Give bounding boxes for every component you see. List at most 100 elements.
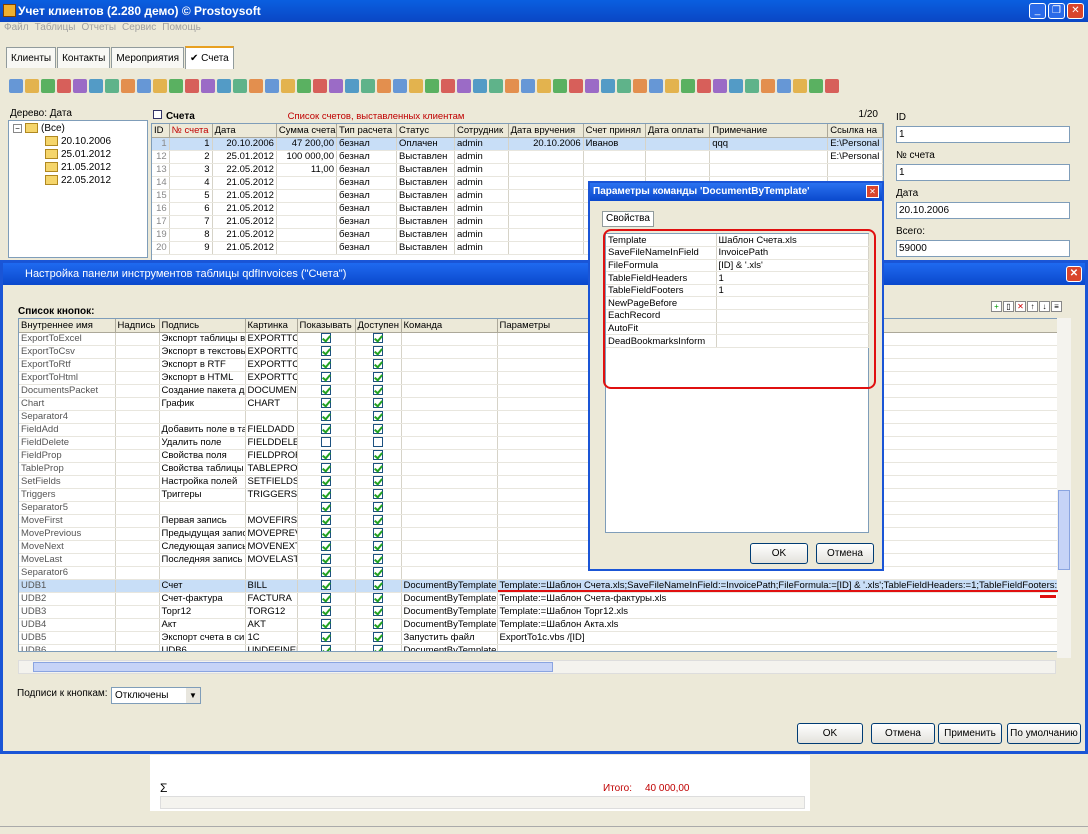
toolbar-button-icon[interactable] xyxy=(665,79,679,93)
apply-button[interactable]: Применить xyxy=(938,723,1002,744)
close-icon[interactable]: ✕ xyxy=(1067,3,1084,19)
toolbar-button-icon[interactable] xyxy=(281,79,295,93)
toolbar-button-icon[interactable] xyxy=(681,79,695,93)
column-header[interactable]: Показывать xyxy=(297,319,356,333)
toolbar-button-icon[interactable] xyxy=(409,79,423,93)
checkbox[interactable] xyxy=(321,346,331,357)
column-header[interactable]: Счет принял xyxy=(583,124,646,138)
toolbar-button-icon[interactable] xyxy=(521,79,535,93)
toolbar-button-icon[interactable] xyxy=(329,79,343,93)
table-row[interactable]: SetFields Настройка полей SETFIELDS xyxy=(19,475,1057,489)
toolbar-button-icon[interactable] xyxy=(505,79,519,93)
checkbox[interactable] xyxy=(321,554,331,565)
column-header[interactable]: Дата оплаты xyxy=(645,124,711,138)
checkbox[interactable] xyxy=(373,580,383,591)
checkbox[interactable] xyxy=(373,398,383,409)
maximize-icon[interactable]: ❐ xyxy=(1048,3,1065,19)
date-field[interactable]: 20.10.2006 xyxy=(896,202,1070,219)
add-icon[interactable]: + xyxy=(991,301,1002,312)
checkbox[interactable] xyxy=(321,333,331,344)
table-row[interactable]: Separator5 xyxy=(19,501,1057,515)
vertical-scrollbar[interactable] xyxy=(1057,318,1071,658)
footer-scrollbar[interactable] xyxy=(160,796,805,809)
checkbox[interactable] xyxy=(321,424,331,435)
toolbar-button-icon[interactable] xyxy=(569,79,583,93)
table-row[interactable]: TableProp Свойства таблицы TABLEPRO xyxy=(19,462,1057,476)
toolbar-button-icon[interactable] xyxy=(713,79,727,93)
tab-events[interactable]: Мероприятия xyxy=(111,47,184,68)
toolbar-button-icon[interactable] xyxy=(633,79,647,93)
toolbar-button-icon[interactable] xyxy=(585,79,599,93)
checkbox[interactable] xyxy=(373,463,383,474)
num-field[interactable]: 1 xyxy=(896,164,1070,181)
checkbox[interactable] xyxy=(321,450,331,461)
params-cancel-button[interactable]: Отмена xyxy=(816,543,874,564)
checkbox[interactable] xyxy=(373,541,383,552)
toolbar-button-icon[interactable] xyxy=(809,79,823,93)
settings-icon[interactable]: ≡ xyxy=(1051,301,1062,312)
toolbar-button-icon[interactable] xyxy=(9,79,23,93)
toolbar-button-icon[interactable] xyxy=(25,79,39,93)
checkbox[interactable] xyxy=(373,489,383,500)
toolbar-button-icon[interactable] xyxy=(41,79,55,93)
checkbox[interactable] xyxy=(321,580,331,591)
tab-clients[interactable]: Клиенты xyxy=(6,47,57,68)
column-header[interactable]: Команда xyxy=(401,319,498,333)
checkbox[interactable] xyxy=(373,645,383,651)
toolbar-button-icon[interactable] xyxy=(761,79,775,93)
toolbar-button-icon[interactable] xyxy=(601,79,615,93)
checkbox[interactable] xyxy=(373,632,383,643)
checkbox[interactable] xyxy=(321,502,331,513)
toolbar-button-icon[interactable] xyxy=(137,79,151,93)
table-row[interactable]: ExportToExcel Экспорт таблицы в EXPORTTC xyxy=(19,332,1057,346)
table-row[interactable]: FieldProp Свойства поля FIELDPROF xyxy=(19,449,1057,463)
column-header[interactable]: Ссылка на xyxy=(827,124,883,138)
table-row[interactable]: Separator4 xyxy=(19,410,1057,424)
checkbox[interactable] xyxy=(321,541,331,552)
checkbox[interactable] xyxy=(373,619,383,630)
toolbar-button-icon[interactable] xyxy=(313,79,327,93)
table-row[interactable]: 12 2 25.01.2012 100 000,00 безнал Выставлен ad… xyxy=(152,150,883,164)
checkbox[interactable] xyxy=(321,619,331,630)
toolbar-button-icon[interactable] xyxy=(697,79,711,93)
checkbox[interactable] xyxy=(321,645,331,651)
move-down-icon[interactable]: ↓ xyxy=(1039,301,1050,312)
tree-item[interactable]: 25.01.2012 xyxy=(45,149,111,160)
toolbar-button-icon[interactable] xyxy=(185,79,199,93)
column-header[interactable]: Статус xyxy=(396,124,455,138)
checkbox[interactable] xyxy=(321,385,331,396)
toolbar-button-icon[interactable] xyxy=(153,79,167,93)
column-header[interactable]: Подпись xyxy=(159,319,246,333)
menu-service[interactable]: Сервис xyxy=(122,22,156,33)
checkbox[interactable] xyxy=(321,567,331,578)
ok-button[interactable]: OK xyxy=(797,723,863,744)
column-header[interactable]: Сотрудник xyxy=(454,124,509,138)
toolbar-button-icon[interactable] xyxy=(297,79,311,93)
params-close-icon[interactable]: ✕ xyxy=(866,185,879,198)
table-row[interactable]: UDB3 Торг12 TORG12 DocumentByTemplate Templa… xyxy=(19,605,1057,619)
table-row[interactable]: FieldAdd Добавить поле в та FIELDADD xyxy=(19,423,1057,437)
checkbox[interactable] xyxy=(373,528,383,539)
table-row[interactable]: UDB2 Счет-фактура FACTURA DocumentByTemplat… xyxy=(19,592,1057,606)
checkbox[interactable] xyxy=(373,424,383,435)
column-header[interactable]: Надпись xyxy=(115,319,160,333)
toolbar-button-icon[interactable] xyxy=(345,79,359,93)
toolbar-button-icon[interactable] xyxy=(617,79,631,93)
table-row[interactable]: UDB5 Экспорт счета в си 1C Запустить файл Ex… xyxy=(19,631,1057,645)
toolbar-button-icon[interactable] xyxy=(201,79,215,93)
minimize-icon[interactable]: _ xyxy=(1029,3,1046,19)
copy-icon[interactable]: ▯ xyxy=(1003,301,1014,312)
column-header[interactable]: Дата вручения xyxy=(508,124,584,138)
table-row[interactable]: Triggers Триггеры TRIGGERS xyxy=(19,488,1057,502)
toolbar-button-icon[interactable] xyxy=(729,79,743,93)
checkbox[interactable] xyxy=(321,476,331,487)
column-header[interactable]: Внутреннее имя xyxy=(19,319,116,333)
checkbox[interactable] xyxy=(373,502,383,513)
table-row[interactable]: DocumentsPacket Создание пакета д DOCUMENT xyxy=(19,384,1057,398)
toolbar-button-icon[interactable] xyxy=(105,79,119,93)
table-row[interactable]: 13 3 22.05.2012 11,00 безнал Выставлен admin xyxy=(152,163,883,177)
table-row[interactable]: MovePrevious Предыдущая запис MOVEPREV xyxy=(19,527,1057,541)
checkbox[interactable] xyxy=(373,385,383,396)
checkbox[interactable] xyxy=(373,606,383,617)
toolbar-button-icon[interactable] xyxy=(425,79,439,93)
